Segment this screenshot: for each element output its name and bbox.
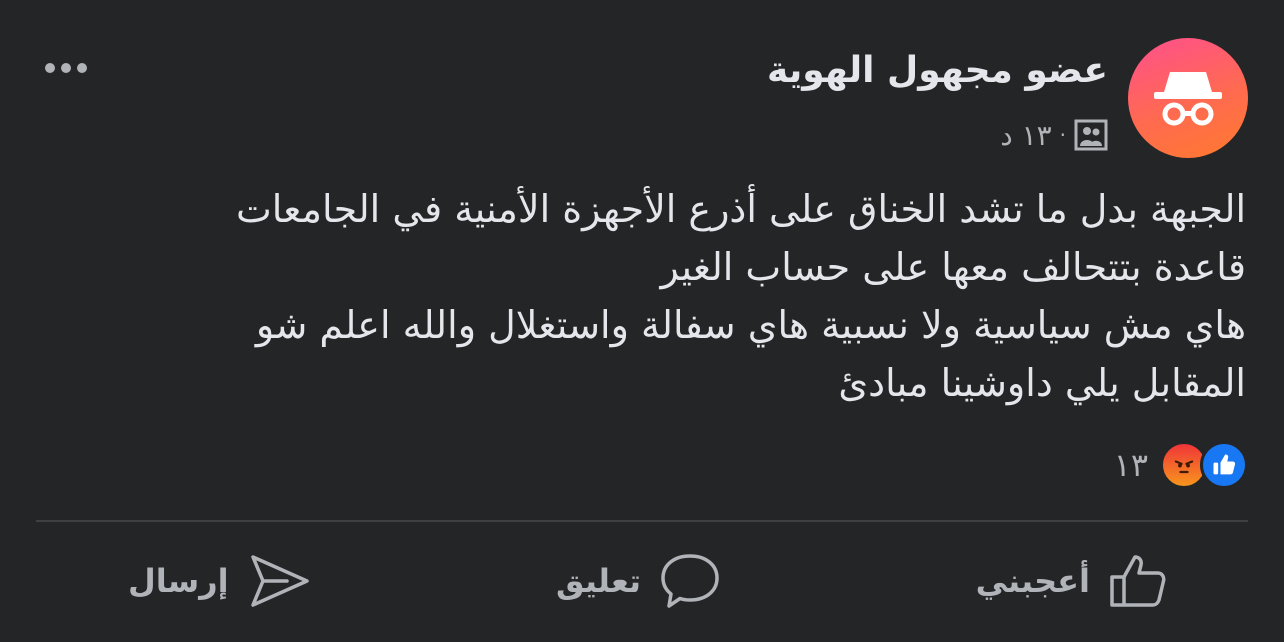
more-options-dot [61,63,71,73]
avatar[interactable] [1128,38,1248,158]
reaction-count[interactable]: ١٣ [1114,446,1148,484]
comment-bubble-icon [661,554,719,608]
post-meta: ١٣ د · [1000,116,1108,154]
send-icon [250,555,309,607]
incognito-icon [1154,72,1222,126]
like-button[interactable]: أعجبني [976,546,1168,616]
post-time[interactable]: ١٣ د [1000,119,1051,152]
like-label: أعجبني [975,562,1090,600]
post-text-line: الجبهة بدل ما تشد الخناق على أذرع الأجهز… [235,187,1246,231]
more-options-icon [45,63,55,73]
thumbs-up-icon [1213,454,1236,475]
post-text: الجبهة بدل ما تشد الخناق على أذرع الأجهز… [136,180,1246,412]
group-icon [1074,119,1108,151]
post-text-line: المقابل يلي داوشينا مبادئ [838,361,1246,405]
more-options-dot [77,63,87,73]
meta-separator: · [1059,123,1066,147]
post-card: عضو مجهول الهوية ١٣ د · الجبهة بدل ما تش… [0,0,1284,642]
post-text-line: هاي مش سياسية ولا نسبية هاي سفالة واستغل… [255,303,1246,347]
comment-label: تعليق [556,562,642,600]
send-button[interactable]: إرسال [128,546,311,616]
more-options-button[interactable] [36,52,96,84]
post-text-line: قاعدة بتتحالف معها على حساب الغير [660,245,1246,289]
like-reaction-icon [1200,441,1248,489]
reactions-summary[interactable]: ١٣ [1114,440,1248,490]
comment-button[interactable]: تعليق [556,546,721,616]
angry-face-icon [1174,460,1194,474]
author-name[interactable]: عضو مجهول الهوية [767,50,1108,91]
divider [36,520,1248,522]
thumbs-up-icon [1110,555,1166,607]
send-label: إرسال [128,562,229,600]
